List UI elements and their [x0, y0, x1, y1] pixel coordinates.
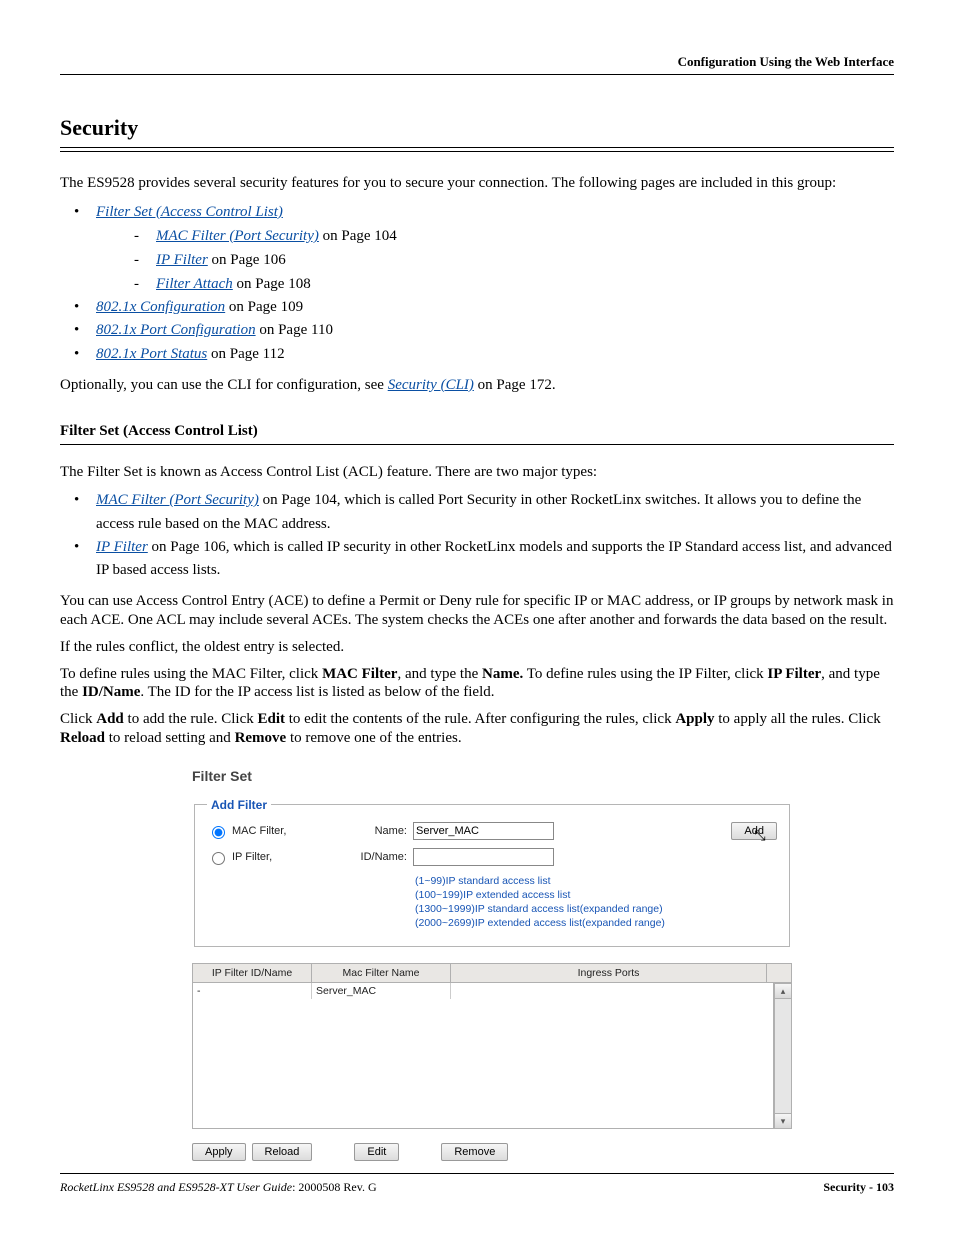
optional-paragraph: Optionally, you can use the CLI for conf…: [60, 376, 894, 395]
click-paragraph: Click Add to add the rule. Click Edit to…: [60, 710, 894, 748]
name-label: Name:: [327, 825, 413, 837]
edit-button[interactable]: Edit: [354, 1143, 399, 1161]
bold-id-name: ID/Name: [82, 684, 140, 700]
ip-filter-radio-label[interactable]: IP Filter,: [207, 849, 327, 865]
link-8021x-config[interactable]: 802.1x Configuration: [96, 299, 225, 315]
idname-label: ID/Name:: [327, 851, 413, 863]
tail-text: on Page 110: [256, 322, 333, 338]
mac-filter-radio-label[interactable]: MAC Filter,: [207, 823, 327, 839]
subheading: Filter Set (Access Control List): [60, 423, 894, 440]
hint-line: (1300~1999)IP standard access list(expan…: [415, 902, 777, 916]
col-mac-filter-name: Mac Filter Name: [312, 964, 451, 983]
cell-ip-id: -: [193, 983, 311, 999]
hint-line: (1~99)IP standard access list: [415, 874, 777, 888]
col-ingress-ports: Ingress Ports: [451, 964, 767, 983]
bold-ip-filter: IP Filter: [767, 666, 821, 682]
bold-apply: Apply: [675, 711, 714, 727]
add-filter-legend: Add Filter: [207, 798, 271, 812]
text-fragment: To define rules using the MAC Filter, cl…: [60, 666, 322, 682]
add-button-label: Add: [744, 825, 764, 837]
ace-paragraph: You can use Access Control Entry (ACE) t…: [60, 592, 894, 630]
subheading-rule: [60, 444, 894, 445]
text-fragment: to reload setting and: [105, 730, 235, 746]
bold-add: Add: [96, 711, 124, 727]
text-fragment: on Page 172.: [474, 377, 556, 393]
col-scroll-spacer: [767, 964, 792, 983]
link-8021x-port-status[interactable]: 802.1x Port Status: [96, 346, 207, 362]
tail-text: on Page 106: [208, 252, 286, 268]
bold-reload: Reload: [60, 730, 105, 746]
tail-text: on Page 108: [233, 276, 311, 292]
scroll-up-icon[interactable]: ▴: [775, 984, 791, 999]
title-rule: [60, 147, 894, 152]
link-mac-filter-2[interactable]: MAC Filter (Port Security): [96, 492, 259, 508]
text-fragment: Optionally, you can use the CLI for conf…: [60, 377, 388, 393]
bold-name: Name.: [482, 666, 523, 682]
header-rule: [60, 74, 894, 75]
reload-button[interactable]: Reload: [252, 1143, 313, 1161]
table-row[interactable]: - Server_MAC: [193, 983, 773, 999]
text-fragment: to edit the contents of the rule. After …: [285, 711, 675, 727]
add-button[interactable]: Add ⤡: [731, 822, 777, 840]
idname-input[interactable]: [413, 848, 554, 866]
text-fragment: to remove one of the entries.: [286, 730, 461, 746]
bold-mac-filter: MAC Filter: [322, 666, 397, 682]
id-range-hints: (1~99)IP standard access list (100~199)I…: [415, 874, 777, 931]
page-title: Security: [60, 115, 894, 141]
intro-paragraph: The ES9528 provides several security fea…: [60, 174, 894, 193]
toc-list: Filter Set (Access Control List) MAC Fil…: [60, 201, 894, 366]
remove-button[interactable]: Remove: [441, 1143, 508, 1161]
apply-button[interactable]: Apply: [192, 1143, 246, 1161]
add-filter-fieldset: Add Filter MAC Filter, Name: Add ⤡ IP Fi…: [194, 798, 790, 948]
mac-filter-radio-text: MAC Filter,: [232, 825, 286, 837]
vertical-scrollbar[interactable]: ▴ ▾: [774, 983, 792, 1129]
link-security-cli[interactable]: Security (CLI): [388, 377, 474, 393]
footer-doc-title: RocketLinx ES9528 and ES9528-XT User Gui…: [60, 1180, 292, 1194]
conflict-paragraph: If the rules conflict, the oldest entry …: [60, 638, 894, 657]
text-fragment: to add the rule. Click: [124, 711, 258, 727]
panel-title: Filter Set: [192, 768, 792, 784]
mac-filter-radio[interactable]: [212, 826, 225, 839]
ip-filter-radio-text: IP Filter,: [232, 851, 272, 863]
page-footer: RocketLinx ES9528 and ES9528-XT User Gui…: [60, 1173, 894, 1195]
bold-edit: Edit: [258, 711, 286, 727]
text-fragment: Click: [60, 711, 96, 727]
footer-page-label: Security - 103: [823, 1180, 894, 1195]
scroll-down-icon[interactable]: ▾: [775, 1113, 791, 1128]
hint-line: (100~199)IP extended access list: [415, 888, 777, 902]
tail-text: on Page 104: [319, 228, 397, 244]
tail-text: on Page 112: [207, 346, 284, 362]
link-mac-filter[interactable]: MAC Filter (Port Security): [156, 228, 319, 244]
ip-filter-radio[interactable]: [212, 852, 225, 865]
link-filter-attach[interactable]: Filter Attach: [156, 276, 233, 292]
link-ip-filter[interactable]: IP Filter: [156, 252, 208, 268]
filter-set-panel: Filter Set Add Filter MAC Filter, Name: …: [192, 768, 792, 1162]
tail-text: on Page 109: [225, 299, 303, 315]
hint-line: (2000~2699)IP extended access list(expan…: [415, 916, 777, 930]
define-paragraph: To define rules using the MAC Filter, cl…: [60, 665, 894, 703]
text-fragment: . The ID for the IP access list is liste…: [140, 684, 494, 700]
cell-ingress: [450, 983, 773, 999]
cell-mac-name: Server_MAC: [311, 983, 450, 999]
acl-type-list: MAC Filter (Port Security) on Page 104, …: [60, 489, 894, 582]
link-ip-filter-2[interactable]: IP Filter: [96, 539, 148, 555]
name-input[interactable]: [413, 822, 554, 840]
footer-rev: : 2000508 Rev. G: [292, 1180, 377, 1194]
col-ip-filter-id: IP Filter ID/Name: [193, 964, 312, 983]
filter-table-body[interactable]: - Server_MAC: [192, 983, 774, 1129]
filter-table-header: IP Filter ID/Name Mac Filter Name Ingres…: [192, 963, 792, 983]
text-fragment: , and type the: [397, 666, 482, 682]
bold-remove: Remove: [235, 730, 287, 746]
text-fragment: To define rules using the IP Filter, cli…: [523, 666, 767, 682]
link-8021x-port-config[interactable]: 802.1x Port Configuration: [96, 322, 256, 338]
text-fragment: to apply all the rules. Click: [715, 711, 881, 727]
link-filter-set[interactable]: Filter Set (Access Control List): [96, 204, 283, 220]
running-header: Configuration Using the Web Interface: [60, 54, 894, 70]
text-fragment: on Page 106, which is called IP security…: [96, 539, 892, 578]
acl-intro: The Filter Set is known as Access Contro…: [60, 463, 894, 482]
